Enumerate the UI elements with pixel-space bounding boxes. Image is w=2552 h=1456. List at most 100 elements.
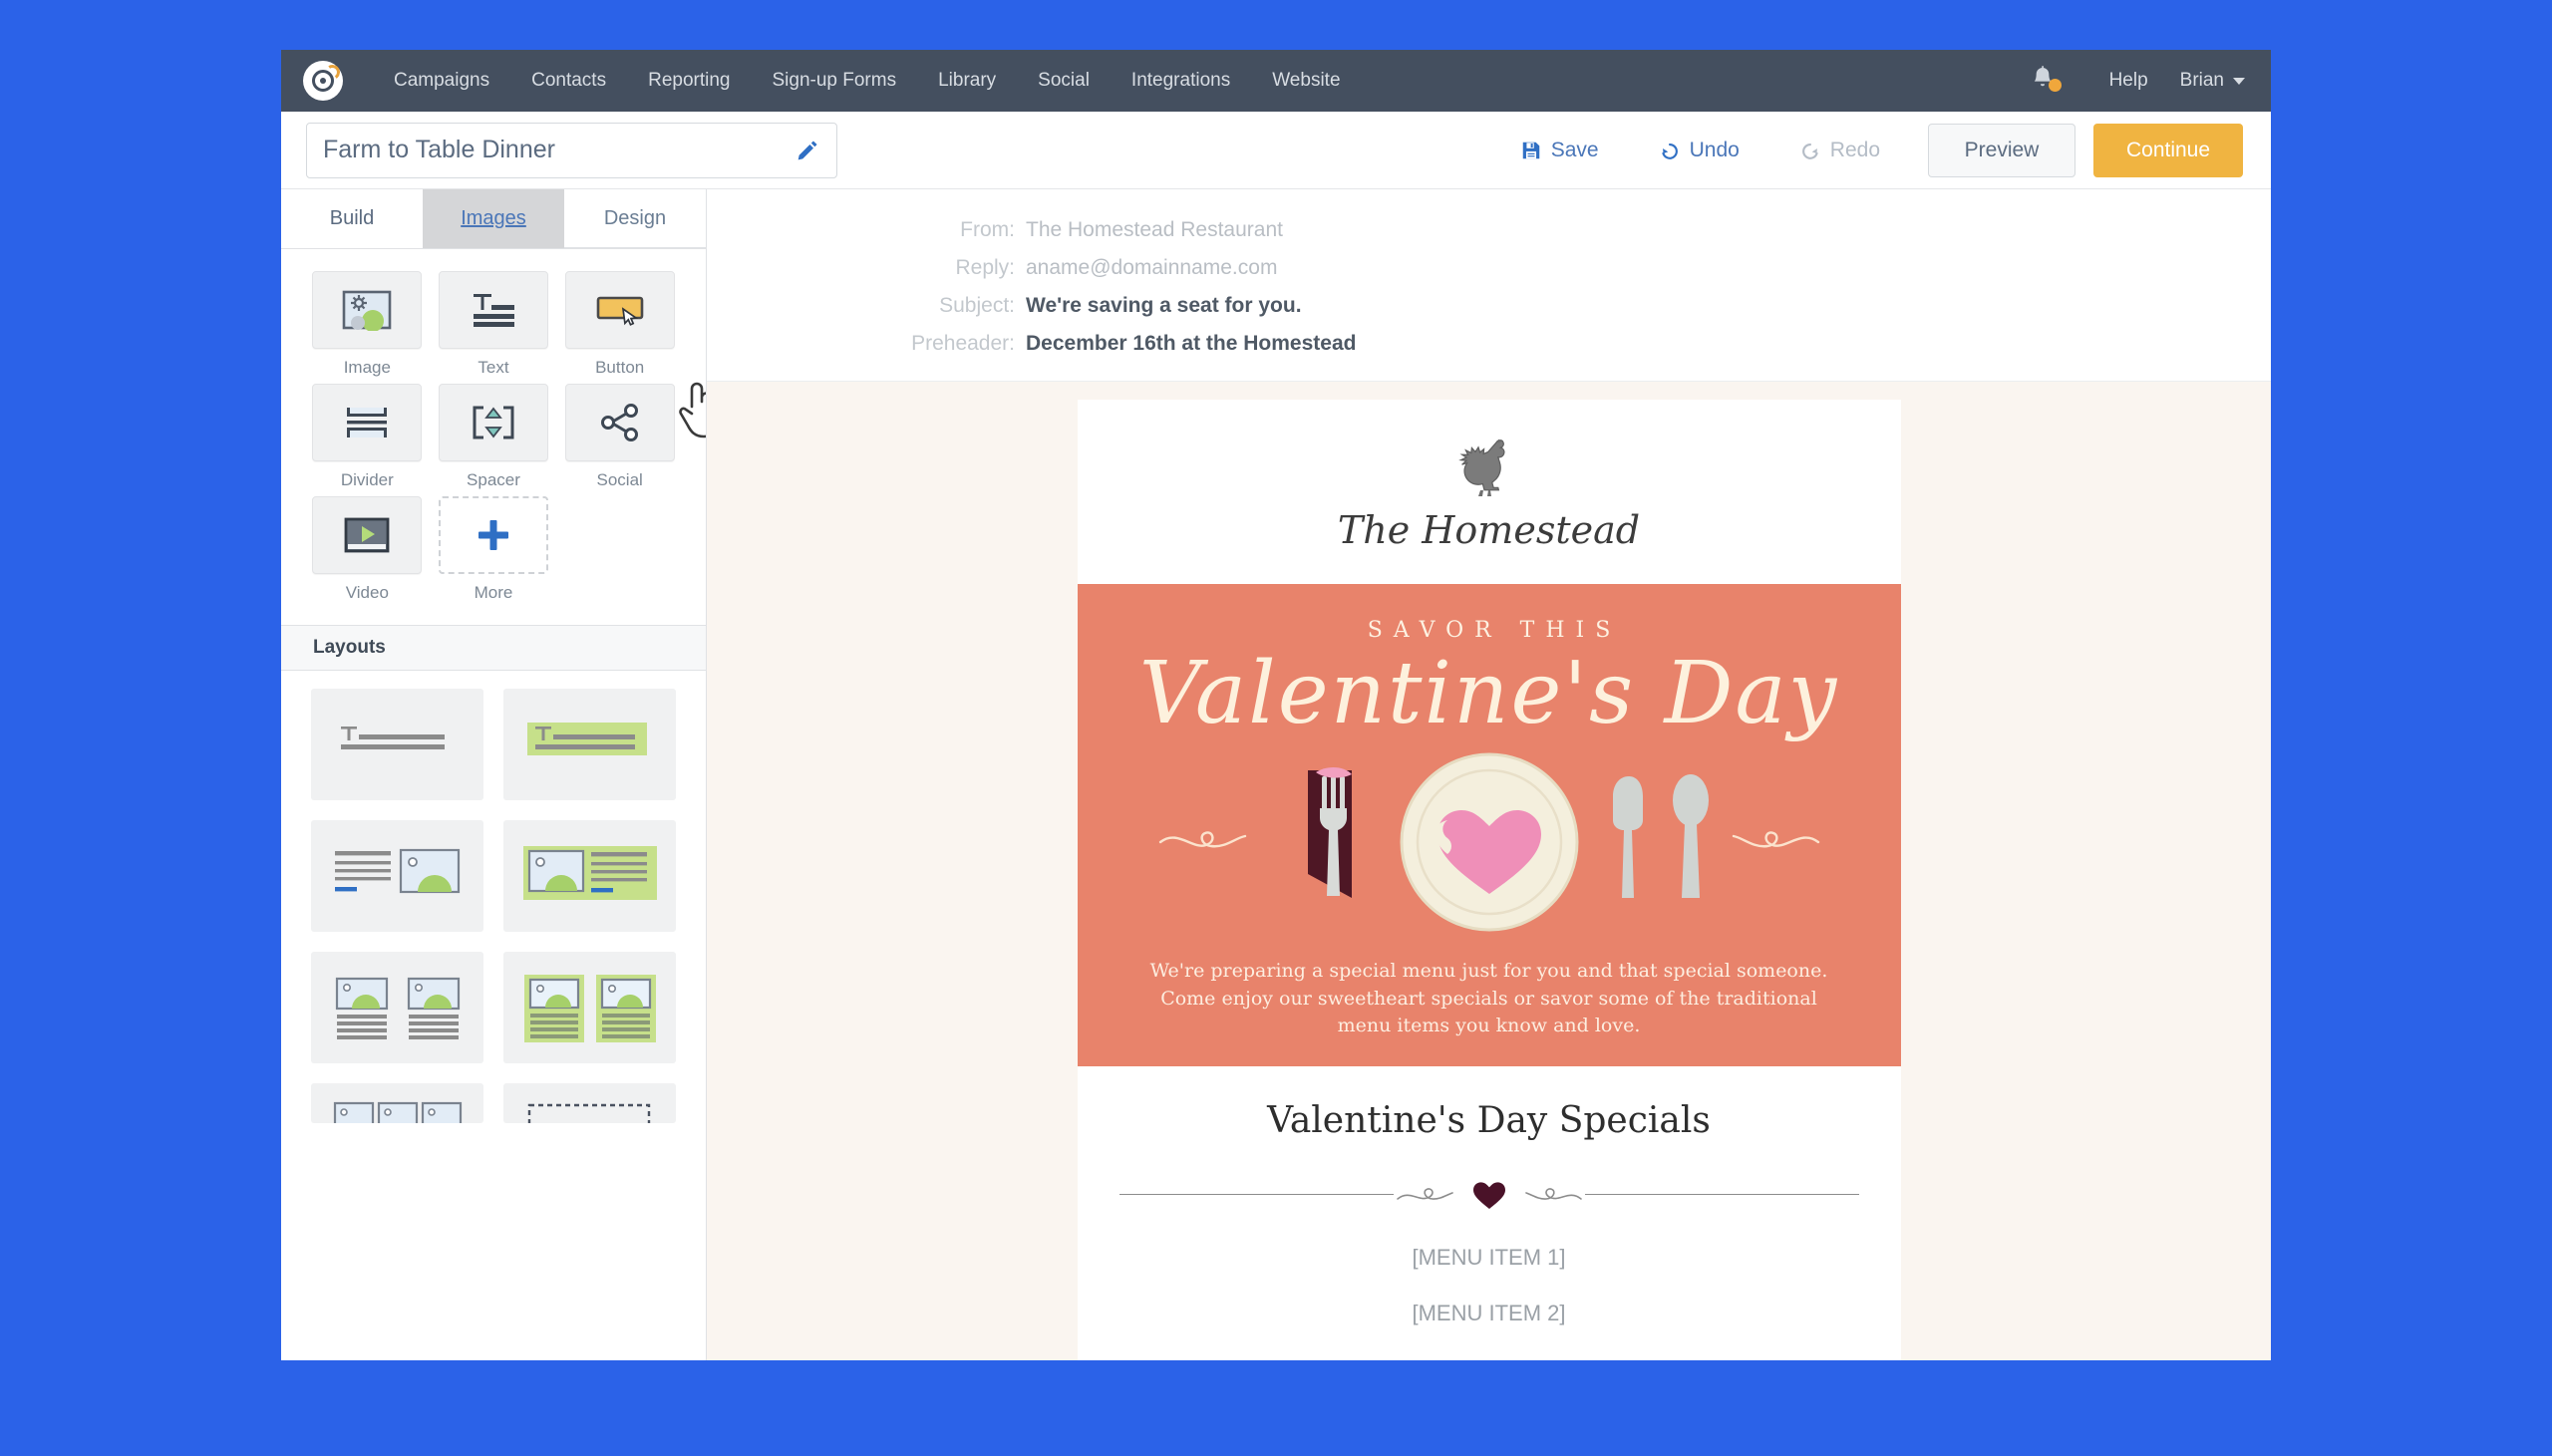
layouts-section-header: Layouts <box>281 625 706 671</box>
video-block-tile <box>312 496 422 574</box>
redo-arrow-icon <box>1799 140 1821 161</box>
block-social[interactable]: Social <box>565 384 675 490</box>
meta-label-from: From: <box>707 211 1026 249</box>
redo-label: Redo <box>1830 139 1880 162</box>
text-block-icon <box>468 289 519 331</box>
nav-item-reporting[interactable]: Reporting <box>627 50 751 112</box>
specials-heading: Valentine's Day Specials <box>1078 1100 1901 1141</box>
editor-sidebar: Build Images Design <box>281 189 707 1360</box>
nav-item-library[interactable]: Library <box>917 50 1017 112</box>
undo-arrow-icon <box>1659 140 1681 161</box>
email-canvas: From: The Homestead Restaurant Reply: an… <box>707 189 2271 1360</box>
nav-item-social[interactable]: Social <box>1017 50 1111 112</box>
block-button[interactable]: Button <box>565 271 675 378</box>
campaign-title-value: Farm to Table Dinner <box>323 136 795 164</box>
notification-badge <box>2049 79 2062 92</box>
user-menu[interactable]: Brian <box>2164 70 2251 92</box>
block-image[interactable]: Image <box>312 271 422 378</box>
pencil-icon[interactable] <box>795 138 820 163</box>
meta-row-reply[interactable]: Reply: aname@domainname.com <box>707 249 2271 287</box>
spacer-block-tile <box>439 384 548 461</box>
block-divider[interactable]: Divider <box>312 384 422 490</box>
meta-value-preheader: December 16th at the Homestead <box>1026 325 1356 363</box>
preview-button[interactable]: Preview <box>1928 124 2075 177</box>
email-brand-name: The Homestead <box>1338 508 1640 552</box>
divider-line-right <box>1585 1194 1859 1195</box>
more-block-tile <box>439 496 548 574</box>
social-block-tile <box>565 384 675 461</box>
layout-thumb-icon <box>323 1083 473 1123</box>
meta-row-from[interactable]: From: The Homestead Restaurant <box>707 211 2271 249</box>
block-more[interactable]: More <box>439 496 548 603</box>
top-navigation-bar: Campaigns Contacts Reporting Sign-up For… <box>281 50 2271 112</box>
application-window: Campaigns Contacts Reporting Sign-up For… <box>281 50 2271 1360</box>
layout-thumb-icon <box>515 971 665 1045</box>
block-spacer[interactable]: Spacer <box>439 384 548 490</box>
meta-label-reply: Reply: <box>707 249 1026 287</box>
nav-item-campaigns[interactable]: Campaigns <box>373 50 510 112</box>
layout-two-column-image-text[interactable] <box>311 952 483 1063</box>
social-share-icon <box>597 402 643 443</box>
layout-image-left-text-right[interactable] <box>503 820 676 932</box>
layouts-title: Layouts <box>313 637 386 659</box>
user-menu-label: Brian <box>2164 70 2224 92</box>
meta-row-preheader[interactable]: Preheader: December 16th at the Homestea… <box>707 325 2271 363</box>
primary-nav-links: Campaigns Contacts Reporting Sign-up For… <box>373 50 1362 112</box>
tab-build[interactable]: Build <box>281 189 423 248</box>
image-block-tile <box>312 271 422 349</box>
meta-row-subject[interactable]: Subject: We're saving a seat for you. <box>707 287 2271 325</box>
heart-flourish-divider-icon <box>1394 1175 1585 1215</box>
notifications-button[interactable] <box>2022 65 2064 98</box>
email-meta-bar: From: The Homestead Restaurant Reply: an… <box>707 189 2271 382</box>
meta-value-from: The Homestead Restaurant <box>1026 211 1283 249</box>
nav-item-website[interactable]: Website <box>1251 50 1361 112</box>
hero-banner-block[interactable]: SAVOR THIS Valentine's Day <box>1078 584 1901 1066</box>
block-video-label: Video <box>312 583 422 603</box>
layout-dashed-placeholder[interactable] <box>503 1083 676 1123</box>
meta-label-preheader: Preheader: <box>707 325 1026 363</box>
nav-item-signup-forms[interactable]: Sign-up Forms <box>751 50 917 112</box>
toolbar-actions: Save Undo Redo Preview Continue <box>1490 112 2243 189</box>
email-logo-block[interactable]: The Homestead <box>1078 400 1901 584</box>
spacer-block-icon <box>468 402 519 443</box>
continue-button[interactable]: Continue <box>2093 124 2243 177</box>
nav-item-integrations[interactable]: Integrations <box>1111 50 1251 112</box>
nav-item-contacts[interactable]: Contacts <box>510 50 627 112</box>
specials-block[interactable]: Valentine's Day Specials [MENU ITEM <box>1078 1066 1901 1360</box>
campaign-title-input[interactable]: Farm to Table Dinner <box>306 123 837 178</box>
block-text[interactable]: Text <box>439 271 548 378</box>
block-more-label: More <box>439 583 548 603</box>
layout-three-column-images[interactable] <box>311 1083 483 1123</box>
constant-contact-logo-icon[interactable] <box>303 61 343 101</box>
block-video[interactable]: Video <box>312 496 422 603</box>
divider-block-icon <box>341 402 393 443</box>
chevron-down-icon <box>2233 78 2245 85</box>
undo-label: Undo <box>1690 139 1740 162</box>
layout-thumb-icon <box>515 715 665 774</box>
hero-eyebrow: SAVOR THIS <box>1089 618 1901 643</box>
layout-two-column-image-text-green[interactable] <box>503 952 676 1063</box>
layouts-grid <box>281 671 706 1141</box>
hero-headline: Valentine's Day <box>1078 651 1901 736</box>
layout-thumb-icon <box>515 841 665 911</box>
layout-thumb-icon <box>323 971 473 1045</box>
divider-block-tile <box>312 384 422 461</box>
block-text-label: Text <box>439 358 548 378</box>
block-spacer-label: Spacer <box>439 470 548 490</box>
editor-toolbar: Farm to Table Dinner Save <box>281 112 2271 189</box>
layout-thumb-icon <box>323 841 473 911</box>
tab-design[interactable]: Design <box>564 189 706 248</box>
help-link[interactable]: Help <box>2093 70 2164 92</box>
layout-text-one-column-highlight[interactable] <box>503 689 676 800</box>
floppy-disk-icon <box>1520 140 1542 161</box>
nav-right-cluster: Help Brian <box>2022 50 2251 112</box>
layout-thumb-icon <box>323 715 473 774</box>
undo-button[interactable]: Undo <box>1629 139 1769 162</box>
save-button[interactable]: Save <box>1490 139 1629 162</box>
meta-label-subject: Subject: <box>707 287 1026 325</box>
tab-images[interactable]: Images <box>423 189 564 248</box>
block-social-label: Social <box>565 470 675 490</box>
layout-text-left-image-right[interactable] <box>311 820 483 932</box>
layout-text-one-column[interactable] <box>311 689 483 800</box>
layout-thumb-icon <box>515 1083 665 1123</box>
